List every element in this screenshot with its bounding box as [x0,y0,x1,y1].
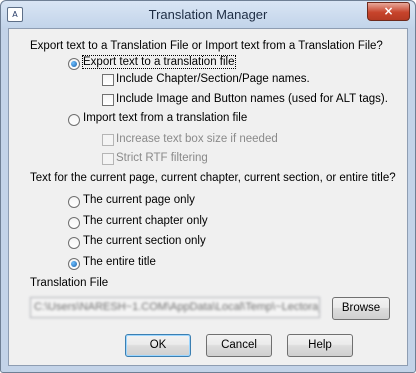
increase-textbox-label: Increase text box size if needed [116,133,278,145]
file-path-field[interactable]: C:\Users\NARESH~1.COM\AppData\Local\Temp… [30,297,320,318]
include-alt-checkbox[interactable] [102,94,114,106]
help-button[interactable]: Help [287,334,353,357]
scope-title-radio[interactable] [68,258,80,270]
import-label[interactable]: Import text from a translation file [83,112,247,124]
window-title: Translation Manager [148,7,268,22]
close-button[interactable]: × [367,2,410,21]
scope-title-label[interactable]: The entire title [83,256,156,268]
import-radio[interactable] [68,114,80,126]
file-label: Translation File [30,277,109,289]
dialog-body: Export text to a Translation File or Imp… [8,28,408,366]
export-radio[interactable] [68,58,80,70]
scope-page-radio[interactable] [68,196,80,208]
cancel-button[interactable]: Cancel [206,334,272,357]
browse-button[interactable]: Browse [332,297,390,320]
scope-chapter-radio[interactable] [68,217,80,229]
include-alt-label[interactable]: Include Image and Button names (used for… [116,93,388,105]
mode-heading: Export text to a Translation File or Imp… [30,40,383,52]
ok-button[interactable]: OK [125,334,191,357]
translation-manager-window: A Translation Manager × Export text to a… [0,0,416,373]
export-label[interactable]: Export text to a translation file [82,55,236,69]
scope-section-radio[interactable] [68,237,80,249]
include-names-label[interactable]: Include Chapter/Section/Page names. [116,73,310,85]
scope-heading: Text for the current page, current chapt… [30,172,396,184]
strict-rtf-checkbox [102,153,114,165]
title-bar[interactable]: A Translation Manager × [1,1,415,28]
include-names-checkbox[interactable] [102,74,114,86]
strict-rtf-label: Strict RTF filtering [116,152,208,164]
increase-textbox-checkbox [102,134,114,146]
scope-page-label[interactable]: The current page only [83,194,195,206]
scope-section-label[interactable]: The current section only [83,235,206,247]
scope-chapter-label[interactable]: The current chapter only [83,215,208,227]
